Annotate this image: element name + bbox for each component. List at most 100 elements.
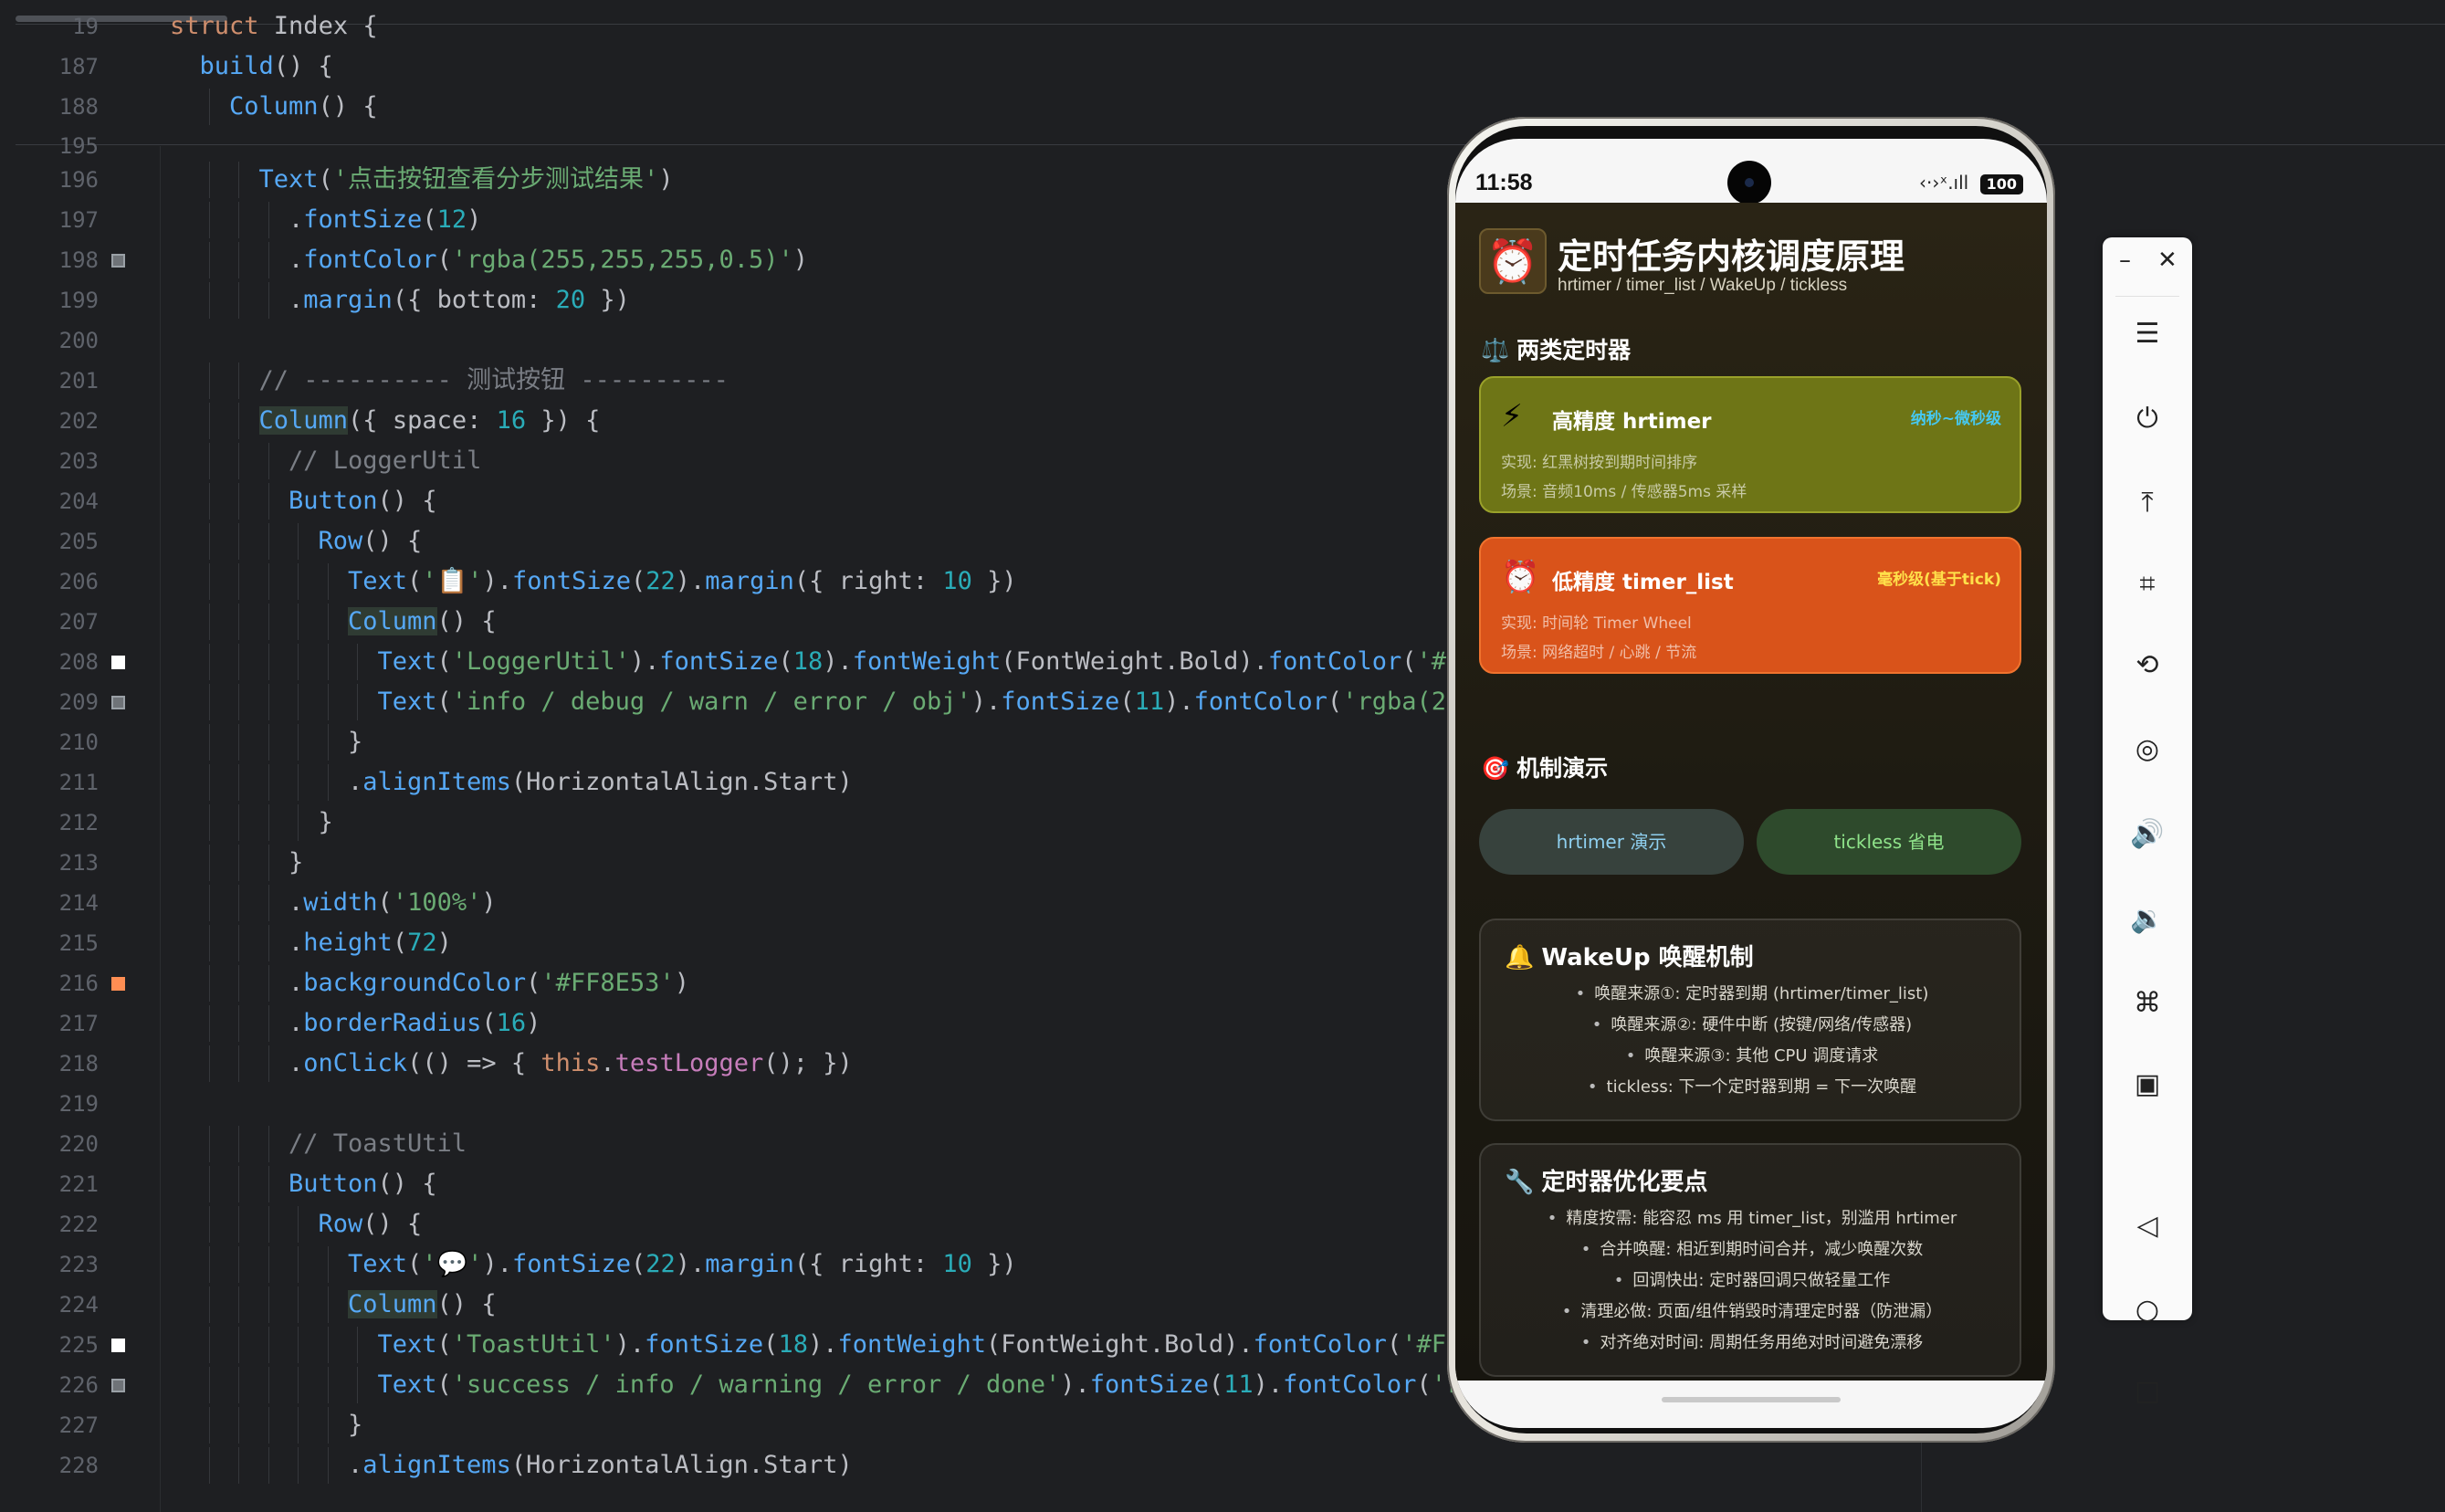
code-line[interactable]: 211 .alignItems(HorizontalAlign.Start)	[0, 764, 1452, 801]
code-line[interactable]: 223 Text('💬').fontSize(22).margin({ right…	[0, 1246, 1452, 1283]
code-line[interactable]: 228 .alignItems(HorizontalAlign.Start)	[0, 1447, 1452, 1484]
code-line[interactable]: 216 .backgroundColor('#FF8E53')	[0, 965, 1452, 1002]
code-text[interactable]: Text('💬').fontSize(22).margin({ right: 1…	[348, 1246, 1017, 1283]
code-text[interactable]: Text('📋').fontSize(22).margin({ right: 1…	[348, 563, 1017, 600]
color-swatch-icon[interactable]	[111, 977, 125, 991]
code-text[interactable]: // ToastUtil	[289, 1126, 467, 1162]
device-icon[interactable]: ▣	[2103, 1057, 2192, 1112]
code-text[interactable]: Text('ToastUtil').fontSize(18).fontWeigh…	[378, 1327, 1462, 1363]
pin-top-icon[interactable]: ⤒	[2103, 476, 2192, 530]
home-indicator[interactable]	[1662, 1397, 1841, 1402]
shake-icon[interactable]: ⌘	[2103, 976, 2192, 1031]
code-line[interactable]: 207 Column() {	[0, 604, 1452, 640]
code-text[interactable]: .borderRadius(16)	[289, 1005, 540, 1042]
code-text[interactable]: }	[348, 724, 362, 761]
code-text[interactable]: Text('info / debug / warn / error / obj'…	[378, 684, 1462, 720]
line-number[interactable]: 204	[0, 483, 99, 520]
code-text[interactable]: .alignItems(HorizontalAlign.Start)	[348, 764, 853, 801]
line-number[interactable]: 199	[0, 282, 99, 319]
code-line[interactable]: 227}	[0, 1407, 1452, 1444]
code-line[interactable]: 226 Text('success / info / warning / erro…	[0, 1367, 1476, 1403]
phone-screen[interactable]: 11:58 ‹·›ˣ.ıll 100 ⏰ 定时任务内核调度原理 hrtimer …	[1455, 139, 2047, 1428]
rotate-icon[interactable]: ⟲	[2103, 638, 2192, 693]
volume-up-icon[interactable]: 🔊	[2103, 807, 2192, 862]
line-number[interactable]: 187	[0, 48, 99, 85]
volume-down-icon[interactable]: 🔉	[2103, 892, 2192, 947]
code-line[interactable]: 213}	[0, 845, 1452, 881]
code-text[interactable]: .margin({ bottom: 20 })	[289, 282, 630, 319]
line-number[interactable]: 217	[0, 1005, 99, 1042]
line-number[interactable]: 19	[0, 8, 99, 45]
code-line[interactable]: 222 Row() {	[0, 1206, 1452, 1243]
code-text[interactable]: .alignItems(HorizontalAlign.Start)	[348, 1447, 853, 1484]
line-number[interactable]: 203	[0, 443, 99, 479]
line-number[interactable]: 220	[0, 1126, 99, 1162]
tickless-demo-button[interactable]: tickless 省电	[1757, 809, 2021, 875]
crop-icon[interactable]: ⌗	[2103, 557, 2192, 612]
line-number[interactable]: 195	[0, 128, 99, 164]
code-line[interactable]: 217 .borderRadius(16)	[0, 1005, 1452, 1042]
menu-icon[interactable]: ☰	[2103, 307, 2192, 362]
line-number[interactable]: 209	[0, 684, 99, 720]
line-number[interactable]: 201	[0, 362, 99, 399]
code-line[interactable]: 221 Button() {	[0, 1166, 1452, 1202]
line-number[interactable]: 224	[0, 1286, 99, 1323]
code-text[interactable]: .backgroundColor('#FF8E53')	[289, 965, 689, 1002]
app-content[interactable]: ⏰ 定时任务内核调度原理 hrtimer / timer_list / Wake…	[1455, 203, 2047, 1381]
code-text[interactable]: Button() {	[289, 1166, 437, 1202]
line-number[interactable]: 206	[0, 563, 99, 600]
code-text[interactable]: Text('success / info / warning / error /…	[378, 1367, 1476, 1403]
code-line[interactable]: 202 Column({ space: 16 }) {	[0, 403, 1452, 439]
code-text[interactable]: Column() {	[348, 1286, 497, 1323]
code-line[interactable]: 204 Button() {	[0, 483, 1452, 520]
code-line[interactable]: 203 // LoggerUtil	[0, 443, 1452, 479]
code-text[interactable]: struct Index {	[170, 8, 378, 45]
line-number[interactable]: 214	[0, 885, 99, 921]
line-number[interactable]: 223	[0, 1246, 99, 1283]
code-line[interactable]: 214 .width('100%')	[0, 885, 1452, 921]
code-line[interactable]: 197 .fontSize(12)	[0, 202, 1452, 238]
code-line[interactable]: 209 Text('info / debug / warn / error / o…	[0, 684, 1461, 720]
code-text[interactable]: }	[348, 1407, 362, 1444]
line-number[interactable]: 202	[0, 403, 99, 439]
code-text[interactable]: // LoggerUtil	[289, 443, 481, 479]
code-line[interactable]: 198 .fontColor('rgba(255,255,255,0.5)')	[0, 242, 1452, 278]
line-number[interactable]: 216	[0, 965, 99, 1002]
close-icon[interactable]: ✕	[2157, 247, 2177, 274]
line-number[interactable]: 200	[0, 322, 99, 359]
line-number[interactable]: 205	[0, 523, 99, 560]
code-text[interactable]: build() {	[200, 48, 333, 85]
code-line[interactable]: 225 Text('ToastUtil').fontSize(18).fontWe…	[0, 1327, 1461, 1363]
code-line[interactable]: 188 Column() {	[0, 89, 1452, 125]
line-number[interactable]: 207	[0, 604, 99, 640]
line-number[interactable]: 222	[0, 1206, 99, 1243]
line-number[interactable]: 225	[0, 1327, 99, 1363]
line-number[interactable]: 226	[0, 1367, 99, 1403]
code-text[interactable]: Row() {	[319, 523, 423, 560]
code-line[interactable]: 220 // ToastUtil	[0, 1126, 1452, 1162]
line-number[interactable]: 227	[0, 1407, 99, 1444]
code-line[interactable]: 206 Text('📋').fontSize(22).margin({ right…	[0, 563, 1452, 600]
color-swatch-icon[interactable]	[111, 254, 125, 268]
code-text[interactable]: Column() {	[348, 604, 497, 640]
code-text[interactable]: Column({ space: 16 }) {	[258, 403, 600, 439]
code-text[interactable]: Text('点击按钮查看分步测试结果')	[259, 162, 674, 198]
code-text[interactable]: .fontSize(12)	[289, 202, 481, 238]
code-line[interactable]: 205 Row() {	[0, 523, 1452, 560]
code-line[interactable]: 19 struct Index {	[0, 8, 1452, 45]
recents-icon[interactable]: □	[2103, 1364, 2192, 1419]
line-number[interactable]: 208	[0, 644, 99, 680]
line-number[interactable]: 198	[0, 242, 99, 278]
code-line[interactable]: 224 Column() {	[0, 1286, 1452, 1323]
code-text[interactable]: }	[289, 845, 303, 881]
line-number[interactable]: 188	[0, 89, 99, 125]
line-number[interactable]: 218	[0, 1045, 99, 1082]
color-swatch-icon[interactable]	[111, 656, 125, 669]
code-line[interactable]: 219	[0, 1086, 1452, 1122]
code-text[interactable]: Row() {	[319, 1206, 423, 1243]
code-text[interactable]: // ---------- 测试按钮 ----------	[259, 362, 729, 399]
code-text[interactable]: .height(72)	[289, 925, 452, 961]
line-number[interactable]: 213	[0, 845, 99, 881]
line-number[interactable]: 228	[0, 1447, 99, 1484]
code-text[interactable]: Column() {	[229, 89, 378, 125]
